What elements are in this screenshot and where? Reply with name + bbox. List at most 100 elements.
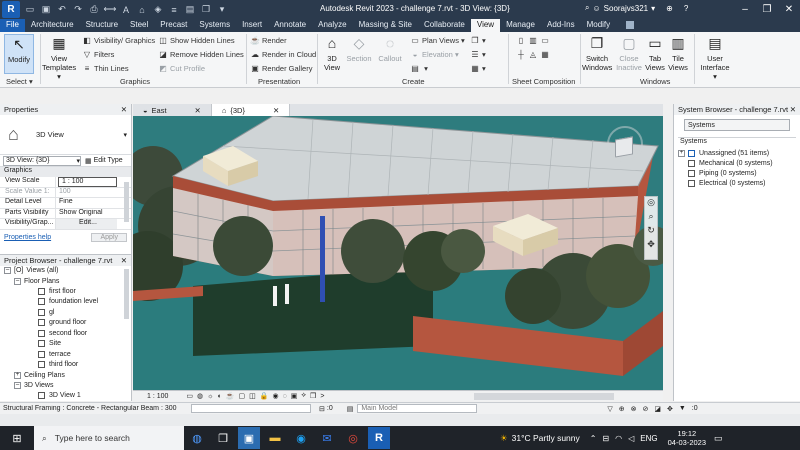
show-hidden-lines-button[interactable]: ◫ Show Hidden Lines <box>158 36 234 45</box>
cortana-icon[interactable]: ◍ <box>186 427 208 449</box>
tree-3d-views[interactable]: –3D Views <box>14 382 53 389</box>
collapse-icon[interactable]: – <box>14 382 21 389</box>
prop-visibility-graphics[interactable]: Visibility/Grap... Edit... <box>0 219 131 230</box>
tab-collaborate[interactable]: Collaborate <box>418 19 471 32</box>
show-crop-icon[interactable]: ◫ <box>249 392 256 400</box>
tab-modify[interactable]: Modify <box>581 19 617 32</box>
sheet-button[interactable]: ▯ ▥ ▭ <box>516 36 552 45</box>
switch-windows-icon[interactable]: ❐ <box>200 4 212 16</box>
properties-scrollbar[interactable] <box>124 182 129 222</box>
tab-systems[interactable]: Systems <box>193 19 236 32</box>
tile-views-button[interactable]: ▥ Tile Views <box>667 34 689 73</box>
tree-views-all[interactable]: – [O] Views (all) <box>4 267 59 274</box>
measure-icon[interactable]: ⟷ <box>104 4 117 16</box>
filter-icon[interactable]: ▼ <box>679 405 686 412</box>
view-cube[interactable] <box>603 124 647 168</box>
taskbar-search[interactable]: ⌕ Type here to search <box>34 426 184 450</box>
prop-detail-level[interactable]: Detail Level Fine <box>0 198 131 209</box>
apply-button[interactable]: Apply <box>91 233 127 242</box>
3d-view-button[interactable]: ⌂ 3D View <box>320 34 344 73</box>
horizontal-scrollbar[interactable] <box>474 392 615 400</box>
tree-plan-ground-floor[interactable]: ground floor <box>38 319 86 326</box>
steering-wheel-icon[interactable]: ◎ <box>645 197 657 211</box>
close-icon[interactable]: ✕ <box>273 106 279 115</box>
type-selector[interactable]: ⌂ 3D View ▾ <box>0 115 131 155</box>
system-row-piping[interactable]: Piping (0 systems) <box>678 168 796 178</box>
cart-icon[interactable]: ⊕ <box>666 4 673 13</box>
tree-plan-foundation-level[interactable]: foundation level <box>38 298 98 305</box>
user-icon[interactable]: ☺ <box>592 4 600 13</box>
panel-title-select[interactable]: Select ▾ <box>6 77 33 86</box>
tab-view[interactable]: View <box>470 19 501 32</box>
tab-structure[interactable]: Structure <box>80 19 124 32</box>
thin-lines-icon[interactable]: ≡ <box>168 4 180 16</box>
shadows-icon[interactable]: ◐ <box>218 393 222 400</box>
zoom-icon[interactable]: ⌕ <box>645 211 657 225</box>
drafting-button[interactable]: ▤ ▾ <box>410 64 428 73</box>
default-3d-icon[interactable]: ⌂ <box>136 4 148 16</box>
temporary-hide-icon[interactable]: ◉ <box>273 392 279 400</box>
editable-only-icon[interactable]: ⊟ <box>319 405 325 413</box>
design-option-dropdown[interactable]: Main Model <box>357 404 478 413</box>
tab-east[interactable]: ◒ East ✕ <box>133 104 212 116</box>
collapse-icon[interactable]: – <box>4 267 11 274</box>
view-scale[interactable]: 1 : 100 <box>147 393 168 400</box>
switch-windows-button[interactable]: ❐ Switch Windows <box>582 34 612 73</box>
tree-plan-first-floor[interactable]: first floor <box>38 288 76 295</box>
tree-plan-gl[interactable]: gl <box>38 309 54 316</box>
select-pinned-icon[interactable]: ⊘ <box>642 405 648 413</box>
analytical-model-icon[interactable]: ⟡ <box>301 392 306 400</box>
chevron-down-icon[interactable]: ▾ <box>651 4 655 13</box>
3d-view-canvas[interactable]: ◎ ⌕ ↻ ✥ <box>133 116 663 390</box>
callout-button[interactable]: ◌ Callout <box>376 34 404 64</box>
schedules-button[interactable]: ▦ ▾ <box>470 64 486 73</box>
detail-level-icon[interactable]: ▭ <box>186 392 193 400</box>
tab-massing-site[interactable]: Massing & Site <box>353 19 418 32</box>
compass-ring-icon[interactable] <box>607 126 643 162</box>
tree-ceiling-plans[interactable]: + Ceiling Plans <box>14 372 65 379</box>
file-explorer-icon[interactable]: ▬ <box>264 427 286 449</box>
instance-selector[interactable]: 3D View: {3D} ▾ <box>3 155 81 166</box>
user-interface-button[interactable]: ▤ User Interface ▾ <box>698 34 732 82</box>
viewbar-more-icon[interactable]: > <box>320 393 324 400</box>
systems-dropdown[interactable]: Systems <box>684 119 790 131</box>
edge-icon[interactable]: ◉ <box>290 427 312 449</box>
crop-view-icon[interactable]: ▢ <box>239 392 246 400</box>
ribbon-toggle-icon[interactable] <box>626 21 635 29</box>
modify-button[interactable]: ↖ Modify <box>4 34 34 74</box>
tree-plan-third-floor[interactable]: third floor <box>38 361 78 368</box>
tab-annotate[interactable]: Annotate <box>268 19 312 32</box>
minimize-icon[interactable]: – <box>734 0 756 19</box>
close-icon[interactable]: ✕ <box>121 256 127 265</box>
tab-analyze[interactable]: Analyze <box>312 19 352 32</box>
windows-start-icon[interactable]: ⊞ <box>2 427 32 449</box>
open-icon[interactable]: ▭ <box>24 4 36 16</box>
plan-views-button[interactable]: ▭ Plan Views ▾ <box>410 36 465 45</box>
mail-icon[interactable]: ✉ <box>316 427 338 449</box>
tab-architecture[interactable]: Architecture <box>25 19 80 32</box>
drag-elements-icon[interactable]: ✥ <box>667 405 673 413</box>
search-icon[interactable]: ⌕ <box>585 3 589 13</box>
username[interactable]: Soorajvs321 <box>604 4 648 13</box>
properties-help-link[interactable]: Properties help <box>4 234 51 241</box>
render-button[interactable]: ☕ Render <box>250 36 287 45</box>
photos-icon[interactable]: ▣ <box>238 427 260 449</box>
sun-path-icon[interactable]: ☼ <box>207 393 213 400</box>
tab-manage[interactable]: Manage <box>500 19 541 32</box>
highlight-displacement-icon[interactable]: ❒ <box>310 392 316 400</box>
save-icon[interactable]: ▣ <box>40 4 52 16</box>
tab-steel[interactable]: Steel <box>124 19 154 32</box>
expand-icon[interactable]: + <box>678 149 685 157</box>
workset-dropdown[interactable] <box>191 404 311 413</box>
redo-icon[interactable]: ↷ <box>72 4 84 16</box>
tab-add-ins[interactable]: Add-Ins <box>541 19 581 32</box>
language-indicator[interactable]: ENG <box>640 434 657 443</box>
expand-icon[interactable]: + <box>14 372 21 379</box>
tree-3d-view-1[interactable]: 3D View 1 <box>38 392 81 399</box>
tab-3d[interactable]: ⌂ {3D} ✕ <box>211 104 291 116</box>
close-inactive-button[interactable]: ▢ Close Inactive <box>614 34 644 73</box>
close-hidden-icon[interactable]: ▤ <box>184 4 196 16</box>
help-icon[interactable]: ? <box>684 4 688 13</box>
close-icon[interactable]: ✕ <box>778 0 800 19</box>
system-row-electrical[interactable]: Electrical (0 systems) <box>678 178 796 188</box>
